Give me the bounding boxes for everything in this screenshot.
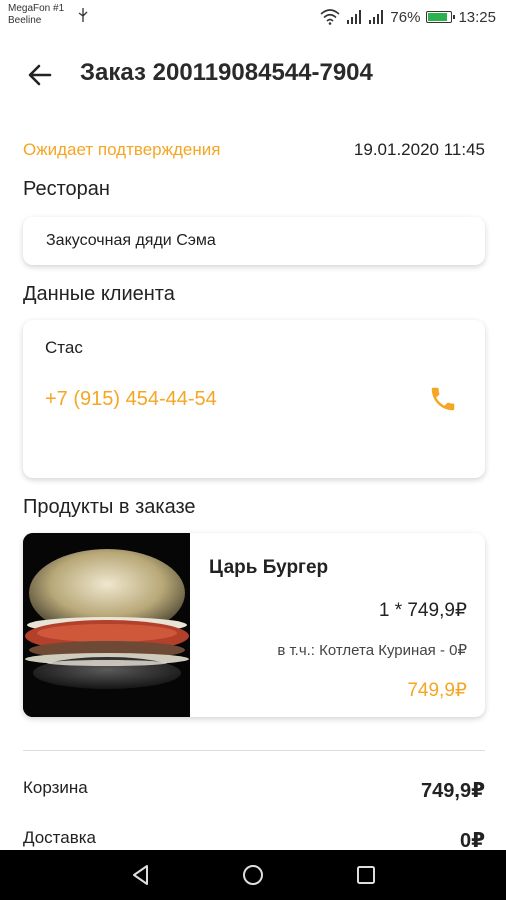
summary-row-cart: Корзина 749,9₽ [23,778,485,803]
restaurant-section-title: Ресторан [23,178,110,200]
arrow-left-icon[interactable] [26,61,54,89]
carrier-info: MegaFon #1 Beeline [8,3,64,27]
usb-icon [78,8,88,25]
battery-percent: 76% [390,8,421,26]
order-datetime: 19.01.2020 11:45 [353,140,485,159]
product-name: Царь Бургер [209,557,329,578]
page-title: Заказ 200119084544-7904 [80,59,373,86]
clock: 13:25 [458,8,496,26]
circle-home-icon[interactable] [241,863,265,887]
signal-icon-2 [369,10,384,24]
product-quantity: 1 * 749,9₽ [378,600,467,621]
triangle-back-icon[interactable] [129,863,153,887]
client-card: Стас +7 (915) 454-44-54 [23,320,485,478]
wifi-icon [320,9,340,25]
order-status-row: Ожидает подтверждения 19.01.2020 11:45 [23,140,485,160]
product-card[interactable]: Царь Бургер 1 * 749,9₽ в т.ч.: Котлета К… [23,533,485,717]
carrier-line-1: MegaFon #1 [8,3,65,14]
order-status: Ожидает подтверждения [23,140,221,159]
square-recents-icon[interactable] [354,863,378,887]
status-icons: 76% 13:25 [320,7,496,27]
status-bar: MegaFon #1 Beeline 76% 13:25 [0,0,506,34]
client-name: Стас [45,338,83,357]
carrier-line-2: Beeline [8,15,42,26]
phone-icon[interactable] [428,384,458,414]
summary-label: Корзина [23,778,88,797]
restaurant-name: Закусочная дяди Сэма [46,232,216,249]
signal-icon-1 [347,10,362,24]
restaurant-card: Закусочная дяди Сэма [23,217,485,265]
system-nav-bar [0,850,506,900]
app-header: Заказ 200119084544-7904 [0,44,506,104]
summary-value: 749,9₽ [421,780,485,802]
battery-icon [426,11,456,23]
client-phone-link[interactable]: +7 (915) 454-44-54 [45,388,217,411]
product-image [23,533,190,717]
divider [23,750,485,751]
product-included: в т.ч.: Котлета Куриная - 0₽ [277,642,467,659]
product-price: 749,9₽ [407,680,467,701]
client-section-title: Данные клиента [23,283,175,305]
battery-level [428,13,447,21]
products-section-title: Продукты в заказе [23,496,196,518]
